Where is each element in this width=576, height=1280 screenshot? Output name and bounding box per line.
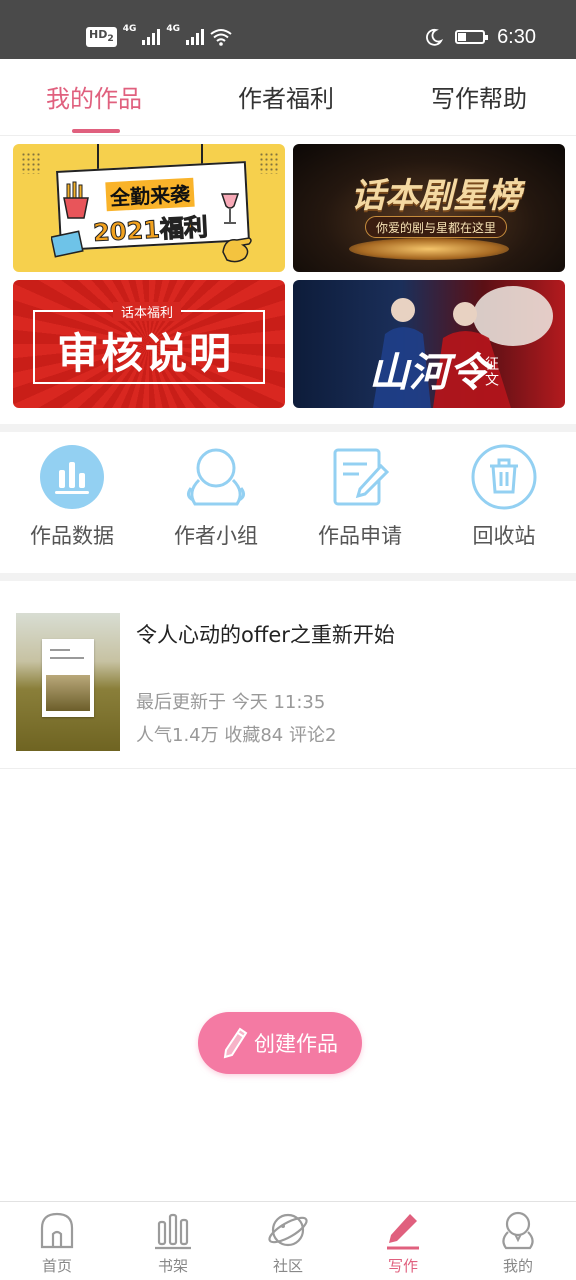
work-stats: 人气1.4万 收藏84 评论2 [136,725,337,746]
community-planet-icon [268,1210,308,1250]
work-cover-image [16,613,120,751]
work-list-item[interactable]: 令人心动的offer之重新开始 最后更新于 今天 11:35 人气1.4万 收藏… [0,581,576,769]
moon-icon [426,28,444,46]
book-icon [51,230,84,258]
bar-chart-icon [39,444,105,510]
nav-label: 首页 [41,1257,72,1275]
nav-label: 社区 [272,1257,303,1275]
nav-label: 写作 [387,1257,418,1275]
hand-icon [222,237,252,263]
nav-label: 书架 [157,1257,188,1275]
banner-title-line2: 2021福利 [92,213,209,248]
status-left: HD2 4G 4G [86,22,232,52]
status-bar: HD2 4G 4G 6:30 [0,0,576,59]
hd-text: HD [89,28,108,42]
tab-my-works[interactable]: 我的作品 [46,79,142,114]
create-work-button[interactable]: 创建作品 [198,1012,362,1074]
cover-line [50,649,70,651]
tab-writing-help[interactable]: 写作帮助 [431,79,527,114]
banner-drama-star-ranking[interactable]: 话本剧星榜 你爱的剧与星都在这里 [293,144,565,272]
cover-card [42,639,94,717]
banner-tag: 话本福利 [113,302,182,321]
bottom-nav: 首页 书架 社区 写作 我的 [0,1201,576,1280]
banner-title: 山河令 [369,349,489,396]
author-group-icon [183,444,249,510]
wifi-icon [210,29,232,46]
banner-stage [349,238,509,260]
wine-glass-icon [220,193,240,224]
banner-title-line1: 全勤来袭 [105,177,195,212]
banner-attendance-benefits[interactable]: 全勤来袭 2021福利 [13,144,285,272]
quick-action-label: 作者小组 [174,524,258,548]
signal-icon [142,29,161,45]
nav-home[interactable]: 首页 [17,1210,97,1276]
network-type-2: 4G [166,24,181,34]
quick-action-work-data[interactable]: 作品数据 [12,444,132,554]
battery-icon [455,30,489,44]
apply-edit-icon [327,444,393,510]
hd-sub-text: 2 [107,33,114,45]
status-right: 6:30 [425,22,536,52]
bookshelf-icon [153,1210,193,1250]
quick-action-label: 回收站 [472,524,536,548]
quick-action-label: 作品数据 [30,524,114,548]
nav-profile[interactable]: 我的 [478,1210,558,1276]
banner-mountain-river-contest[interactable]: 山河令 征文 [293,280,565,408]
banner-subtitle: 你爱的剧与星都在这里 [365,216,508,238]
tab-active-indicator [72,129,120,133]
nav-write[interactable]: 写作 [363,1210,443,1276]
fries-icon [63,181,89,219]
cover-line [50,657,84,659]
banner-title: 审核说明 [57,329,234,378]
trash-icon [471,444,537,510]
banner-title: 话本剧星榜 [351,176,521,216]
quick-action-recycle-bin[interactable]: 回收站 [444,444,564,554]
quick-action-label: 作品申请 [318,524,402,548]
status-time: 6:30 [497,25,536,48]
section-separator [0,573,576,581]
work-updated-time: 最后更新于 今天 11:35 [136,692,326,713]
nav-community[interactable]: 社区 [248,1210,328,1276]
nav-label: 我的 [502,1257,533,1275]
hd-badge: HD2 [86,27,117,47]
section-separator [0,424,576,432]
home-icon [37,1210,77,1250]
cover-photo [46,675,90,711]
create-work-label: 创建作品 [254,1032,338,1056]
network-type-1: 4G [122,24,137,34]
quick-action-work-apply[interactable]: 作品申请 [300,444,420,554]
banner-decor-dots [21,152,41,174]
top-tabs: 我的作品 作者福利 写作帮助 [0,59,576,136]
work-title: 令人心动的offer之重新开始 [136,623,395,647]
banner-review-guide[interactable]: 话本福利 审核说明 [13,280,285,408]
quick-action-author-group[interactable]: 作者小组 [156,444,276,554]
nav-bookshelf[interactable]: 书架 [133,1210,213,1276]
banner-decor-dots [259,152,279,174]
profile-icon [498,1210,538,1250]
pencil-icon [223,1027,248,1059]
write-pen-icon [383,1210,423,1250]
signal-icon-2 [186,29,205,45]
banner-subtitle: 征文 [483,356,499,388]
tab-author-benefits[interactable]: 作者福利 [238,79,334,114]
